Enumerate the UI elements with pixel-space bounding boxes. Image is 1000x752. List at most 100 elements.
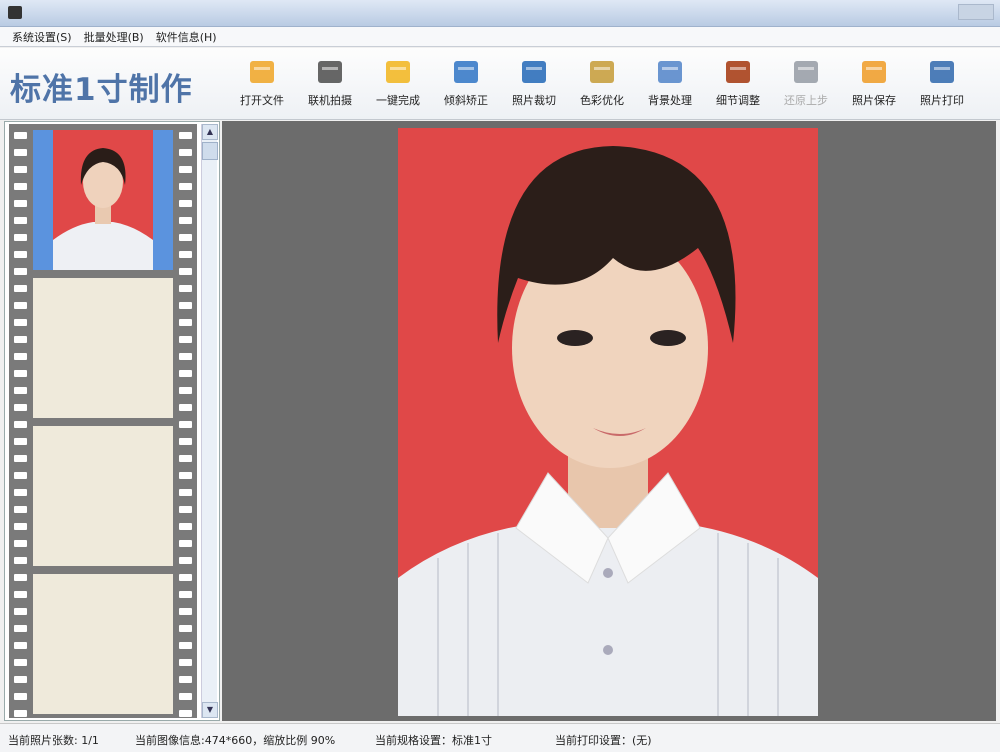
title-bar [0, 0, 1000, 27]
status-image-info: 当前图像信息:474*660，缩放比例 90% [135, 734, 336, 747]
thumbnail-scrollbar[interactable]: ▲ ▼ [201, 124, 218, 718]
status-photo-count: 当前照片张数: 1/1 [8, 734, 99, 747]
thumbnail-selected[interactable] [33, 130, 173, 270]
film-hole [179, 591, 192, 598]
status-print-setting: 当前打印设置：(无) [555, 734, 652, 747]
film-hole [14, 285, 27, 292]
film-hole [179, 302, 192, 309]
printer-icon [927, 58, 957, 86]
film-hole [14, 183, 27, 190]
tool-label: 照片保存 [852, 94, 896, 107]
film-hole [14, 676, 27, 683]
film-hole [14, 659, 27, 666]
rotate-icon [451, 58, 481, 86]
film-hole [179, 693, 192, 700]
film-hole [14, 608, 27, 615]
film-hole [14, 132, 27, 139]
film-hole [179, 319, 192, 326]
tool-rotate-button[interactable]: 倾斜矫正 [432, 58, 500, 114]
tool-hand-button[interactable]: 一键完成 [364, 58, 432, 114]
tool-label: 细节调整 [716, 94, 760, 107]
brush-icon [655, 58, 685, 86]
film-hole [179, 132, 192, 139]
preview-area [222, 121, 996, 721]
film-hole [14, 200, 27, 207]
film-hole [14, 268, 27, 275]
film-hole [179, 574, 192, 581]
tool-label: 倾斜矫正 [444, 94, 488, 107]
save-icon [859, 58, 889, 86]
tool-label: 联机拍摄 [308, 94, 352, 107]
tool-camera-button[interactable]: 联机拍摄 [296, 58, 364, 114]
window-controls[interactable] [958, 4, 994, 20]
film-hole [14, 353, 27, 360]
menu-system-settings[interactable]: 系统设置(S) [12, 29, 72, 45]
film-hole [14, 574, 27, 581]
film-hole [179, 472, 192, 479]
film-hole [179, 251, 192, 258]
thumbnail-empty[interactable] [33, 278, 173, 418]
film-hole [179, 285, 192, 292]
undo-icon [791, 58, 821, 86]
histogram-icon [723, 58, 753, 86]
film-hole [179, 608, 192, 615]
film-hole [179, 268, 192, 275]
tool-undo-button: 还原上步 [772, 58, 840, 114]
film-hole [14, 710, 27, 717]
film-hole [14, 234, 27, 241]
film-hole [14, 217, 27, 224]
film-hole [179, 557, 192, 564]
tool-label: 照片裁切 [512, 94, 556, 107]
color-bars-icon [587, 58, 617, 86]
menu-software-info[interactable]: 软件信息(H) [156, 29, 217, 45]
scroll-up-icon[interactable]: ▲ [202, 124, 218, 140]
film-hole [179, 370, 192, 377]
tool-label: 还原上步 [784, 94, 828, 107]
scroll-down-icon[interactable]: ▼ [202, 702, 218, 718]
toolbar: 标准1寸制作 打开文件 联机拍摄 一键完成 倾斜矫正 照片裁切 色彩优化 背景处理 细节调整 还… [0, 48, 1000, 120]
film-hole [179, 183, 192, 190]
film-hole [14, 693, 27, 700]
film-hole [14, 625, 27, 632]
status-spec-setting: 当前规格设置：标准1寸 [375, 734, 492, 747]
tool-brush-button[interactable]: 背景处理 [636, 58, 704, 114]
tool-printer-button[interactable]: 照片打印 [908, 58, 976, 114]
film-hole [179, 523, 192, 530]
film-hole [14, 506, 27, 513]
film-hole [179, 421, 192, 428]
film-hole [179, 404, 192, 411]
tool-folder-button[interactable]: 打开文件 [228, 58, 296, 114]
tool-color-bars-button[interactable]: 色彩优化 [568, 58, 636, 114]
film-hole [179, 149, 192, 156]
film-hole [179, 506, 192, 513]
film-hole [179, 353, 192, 360]
film-hole [179, 217, 192, 224]
status-bar: 当前照片张数: 1/1 当前图像信息:474*660，缩放比例 90% 当前规格… [0, 723, 1000, 752]
film-hole [14, 591, 27, 598]
tool-crop-button[interactable]: 照片裁切 [500, 58, 568, 114]
film-hole [14, 523, 27, 530]
thumbnail-empty[interactable] [33, 426, 173, 566]
film-hole [14, 302, 27, 309]
film-hole [14, 455, 27, 462]
film-hole [14, 540, 27, 547]
film-hole [179, 200, 192, 207]
tool-label: 打开文件 [240, 94, 284, 107]
film-hole [179, 455, 192, 462]
app-icon [8, 6, 22, 19]
tool-label: 照片打印 [920, 94, 964, 107]
scroll-thumb[interactable] [202, 142, 218, 160]
tool-label: 背景处理 [648, 94, 692, 107]
tool-histogram-button[interactable]: 细节调整 [704, 58, 772, 114]
film-hole [14, 438, 27, 445]
thumbnail-photo [53, 130, 153, 270]
film-hole [14, 166, 27, 173]
tool-save-button[interactable]: 照片保存 [840, 58, 908, 114]
thumbnail-empty[interactable] [33, 574, 173, 714]
id-photo-preview [398, 128, 818, 716]
film-hole [179, 438, 192, 445]
film-hole [14, 319, 27, 326]
film-hole [14, 149, 27, 156]
menu-batch-processing[interactable]: 批量处理(B) [84, 29, 144, 45]
crop-icon [519, 58, 549, 86]
